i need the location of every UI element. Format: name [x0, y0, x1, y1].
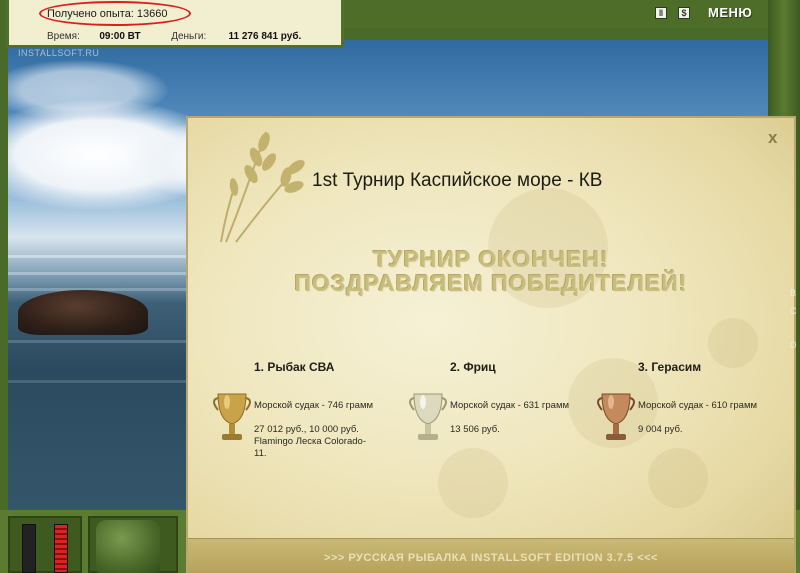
tension-meter [54, 524, 68, 573]
winner-prize: 9 004 руб. [638, 424, 683, 436]
experience-text: Получено опыта: 13660 [47, 8, 168, 20]
headline-congrats: ПОЗДРАВЛЯЕМ ПОБЕДИТЕЛЕЙ! [294, 270, 688, 296]
meter [22, 524, 36, 573]
winner-fish: Морской судак - 610 грамм [638, 400, 758, 411]
rock [18, 290, 148, 335]
tournament-dialog: 1st Турнир Каспийское море - КВ x ТУРНИР… [186, 116, 796, 573]
top-bar [344, 0, 768, 28]
winner-prize: 13 506 руб. [450, 424, 500, 436]
money-label: Деньги: [171, 31, 207, 42]
menu-button[interactable]: МЕНЮ [708, 5, 752, 20]
winner-name: 1. Рыбак СВА [254, 360, 335, 374]
dialog-title: 1st Турнир Каспийское море - КВ [312, 170, 603, 191]
prize-line: 13 506 руб. [450, 424, 500, 435]
dialog-footer: >>> РУССКАЯ РЫБАЛКА INSTALLSOFT EDITION … [188, 538, 794, 573]
close-button[interactable]: x [768, 128, 777, 148]
watermark: INSTALLSOFT.RU [18, 48, 100, 58]
winner-name: 2. Фриц [450, 360, 496, 374]
bronze-cup-icon [597, 393, 635, 440]
prize-line: 9 004 руб. [638, 424, 683, 435]
decor-spot [438, 448, 508, 518]
side-label: C [790, 306, 797, 316]
time-value: 09:00 ВТ [99, 31, 141, 42]
decor-spot [648, 448, 708, 508]
pause-icon[interactable]: ‖ [655, 7, 667, 19]
money-value: 11 276 841 руб. [228, 31, 302, 42]
gold-cup-icon [213, 393, 251, 440]
indicator-slot [8, 516, 82, 573]
winner-fish: Морской судак - 746 грамм [254, 400, 374, 411]
time-label: Время: [47, 31, 80, 42]
decor-spot [708, 318, 758, 368]
wheat-icon [220, 131, 305, 243]
info-panel: Получено опыта: 13660 Время: 09:00 ВТ Де… [6, 0, 344, 48]
prize-line: Flamingo Леска Colorado-11. [254, 436, 366, 459]
version-text: >>> РУССКАЯ РЫБАЛКА INSTALLSOFT EDITION … [324, 552, 658, 564]
silver-cup-icon [409, 393, 447, 440]
prize-line: 27 012 руб., 10 000 руб. [254, 424, 359, 435]
side-label: B [790, 288, 797, 298]
side-label: D [790, 340, 797, 350]
winner-prize: 27 012 руб., 10 000 руб. Flamingo Леска … [254, 424, 372, 460]
winner-fish: Морской судак - 631 грамм [450, 400, 570, 411]
backpack-icon[interactable] [96, 520, 160, 573]
headline-finished: ТУРНИР ОКОНЧЕН! [373, 246, 609, 272]
sound-icon[interactable]: $ [678, 7, 690, 19]
status-row: Время: 09:00 ВТ Деньги: 11 276 841 руб. [47, 31, 301, 42]
winner-name: 3. Герасим [638, 360, 702, 374]
